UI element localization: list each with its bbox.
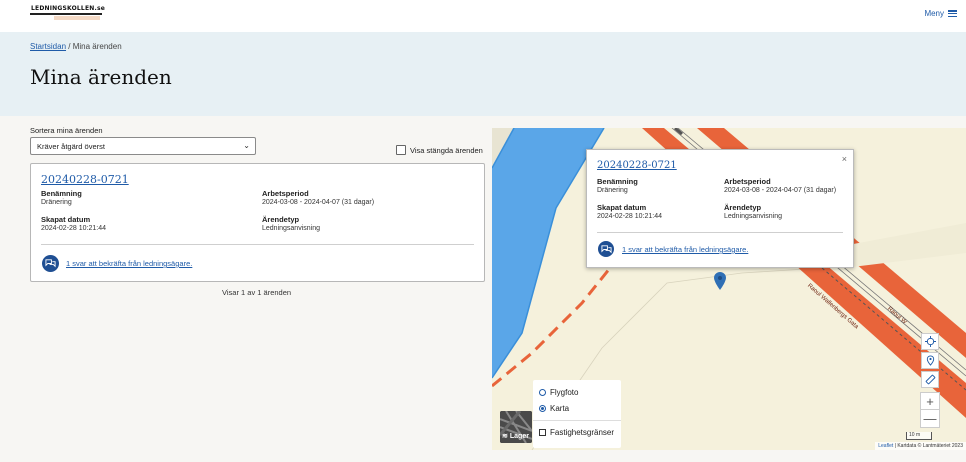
case-type-label: Ärendetyp (262, 215, 300, 224)
popup-created-label: Skapat datum (597, 203, 647, 212)
layer-option-property[interactable]: Fastighetsgränser (539, 428, 614, 437)
map-pin-icon (926, 355, 934, 366)
popup-created-field: Skapat datum 2024-02-28 10:21:44 (597, 203, 662, 220)
logo-accent (54, 16, 100, 20)
chat-bubbles-icon (598, 241, 614, 257)
layer-option-aerial[interactable]: Flygfoto (539, 388, 578, 397)
case-type-field: Ärendetyp Ledningsanvisning (262, 215, 320, 232)
page-hero: Startsidan / Mina ärenden Mina ärenden (0, 32, 966, 116)
ruler-icon (925, 374, 935, 385)
case-card: 20240228-0721 Benämning Dränering Arbets… (30, 163, 485, 282)
stack-icon: ≋ (502, 433, 508, 440)
layer-divider (533, 420, 621, 421)
case-created-value: 2024-02-28 10:21:44 (41, 225, 106, 232)
show-closed-label: Visa stängda ärenden (410, 145, 483, 155)
sort-select[interactable]: Kräver åtgärd överst ⌄ (30, 137, 256, 155)
logo-text: LEDNINGSKOLLEN.se (31, 5, 105, 12)
map-attribution: Leaflet | Kartdata © Lantmäteriet 2023 (875, 442, 966, 450)
leaflet-link[interactable]: Leaflet (878, 443, 893, 449)
breadcrumb-separator: / (68, 42, 71, 51)
measure-button[interactable] (921, 371, 939, 388)
map-pin-icon[interactable] (714, 272, 726, 290)
breadcrumb: Startsidan / Mina ärenden (30, 42, 122, 51)
result-count: Visar 1 av 1 ärenden (222, 288, 292, 297)
layer-button[interactable]: ≋ Lager (500, 411, 532, 443)
menu-button[interactable]: Meny (924, 9, 957, 18)
menu-label: Meny (924, 9, 944, 18)
show-closed-checkbox[interactable] (396, 145, 406, 155)
zoom-control: + — (920, 392, 940, 428)
top-bar: LEDNINGSKOLLEN.se Meny (0, 0, 966, 32)
case-name-field: Benämning Dränering (41, 189, 82, 206)
attribution-text: | Kartdata © Lantmäteriet 2023 (894, 443, 963, 449)
locate-button[interactable] (921, 333, 939, 350)
case-created-field: Skapat datum 2024-02-28 10:21:44 (41, 215, 106, 232)
popup-name-value: Dränering (597, 187, 628, 194)
layer-button-text: Lager (509, 432, 529, 440)
hamburger-icon (948, 10, 957, 17)
case-period-value: 2024-03-08 - 2024-04-07 (31 dagar) (262, 199, 375, 206)
card-divider (41, 244, 474, 245)
show-closed-toggle[interactable]: Visa stängda ärenden (396, 145, 483, 155)
breadcrumb-home-link[interactable]: Startsidan (30, 42, 66, 51)
zoom-out-button[interactable]: — (921, 410, 939, 427)
logo-underline (30, 13, 102, 15)
aerial-radio[interactable] (539, 389, 546, 396)
property-label: Fastighetsgränser (550, 428, 615, 437)
reply-link[interactable]: 1 svar att bekräfta från ledningsägare. (66, 259, 192, 268)
crosshair-icon (924, 336, 936, 347)
layer-option-map[interactable]: Karta (539, 404, 569, 413)
site-logo[interactable]: LEDNINGSKOLLEN.se (30, 5, 105, 23)
map-view[interactable]: Raoul Wallenbergs Gata Raoul W × 2024022… (492, 128, 966, 450)
layer-button-label: ≋ Lager (502, 432, 529, 441)
zoom-in-button[interactable]: + (921, 393, 939, 410)
popup-period-value: 2024-03-08 - 2024-04-07 (31 dagar) (724, 187, 837, 194)
popup-name-label: Benämning (597, 177, 638, 186)
sort-selected-value: Kräver åtgärd överst (37, 142, 105, 151)
page-title: Mina ärenden (30, 65, 172, 89)
chevron-down-icon: ⌄ (243, 141, 250, 150)
layer-panel: Flygfoto Karta Fastighetsgränser (533, 380, 621, 448)
sort-label: Sortera mina ärenden (30, 126, 103, 135)
case-period-field: Arbetsperiod 2024-03-08 - 2024-04-07 (31… (262, 189, 374, 206)
popup-name-field: Benämning Dränering (597, 177, 638, 194)
case-id-link[interactable]: 20240228-0721 (41, 173, 129, 186)
map-tools (921, 333, 939, 388)
map-label: Karta (550, 404, 570, 413)
popup-divider (597, 232, 843, 233)
popup-period-field: Arbetsperiod 2024-03-08 - 2024-04-07 (31… (724, 177, 836, 194)
popup-type-field: Ärendetyp Ledningsanvisning (724, 203, 782, 220)
map-popup: × 20240228-0721 Benämning Dränering Arbe… (586, 149, 854, 268)
property-checkbox[interactable] (539, 429, 546, 436)
map-radio[interactable] (539, 405, 546, 412)
popup-case-id-link[interactable]: 20240228-0721 (597, 160, 677, 171)
popup-type-label: Ärendetyp (724, 203, 762, 212)
popup-type-value: Ledningsanvisning (724, 213, 782, 220)
case-name-value: Dränering (41, 199, 72, 206)
case-type-value: Ledningsanvisning (262, 225, 320, 232)
case-name-label: Benämning (41, 189, 82, 198)
chat-bubbles-icon (42, 255, 59, 272)
case-period-label: Arbetsperiod (262, 189, 309, 198)
pin-button[interactable] (921, 352, 939, 369)
close-icon[interactable]: × (842, 154, 847, 164)
map-scale: 10 m (906, 432, 932, 440)
popup-period-label: Arbetsperiod (724, 177, 771, 186)
popup-reply-link[interactable]: 1 svar att bekräfta från ledningsägare. (622, 245, 748, 254)
breadcrumb-current: Mina ärenden (72, 42, 122, 51)
case-created-label: Skapat datum (41, 215, 91, 224)
aerial-label: Flygfoto (550, 388, 579, 397)
popup-created-value: 2024-02-28 10:21:44 (597, 213, 662, 220)
